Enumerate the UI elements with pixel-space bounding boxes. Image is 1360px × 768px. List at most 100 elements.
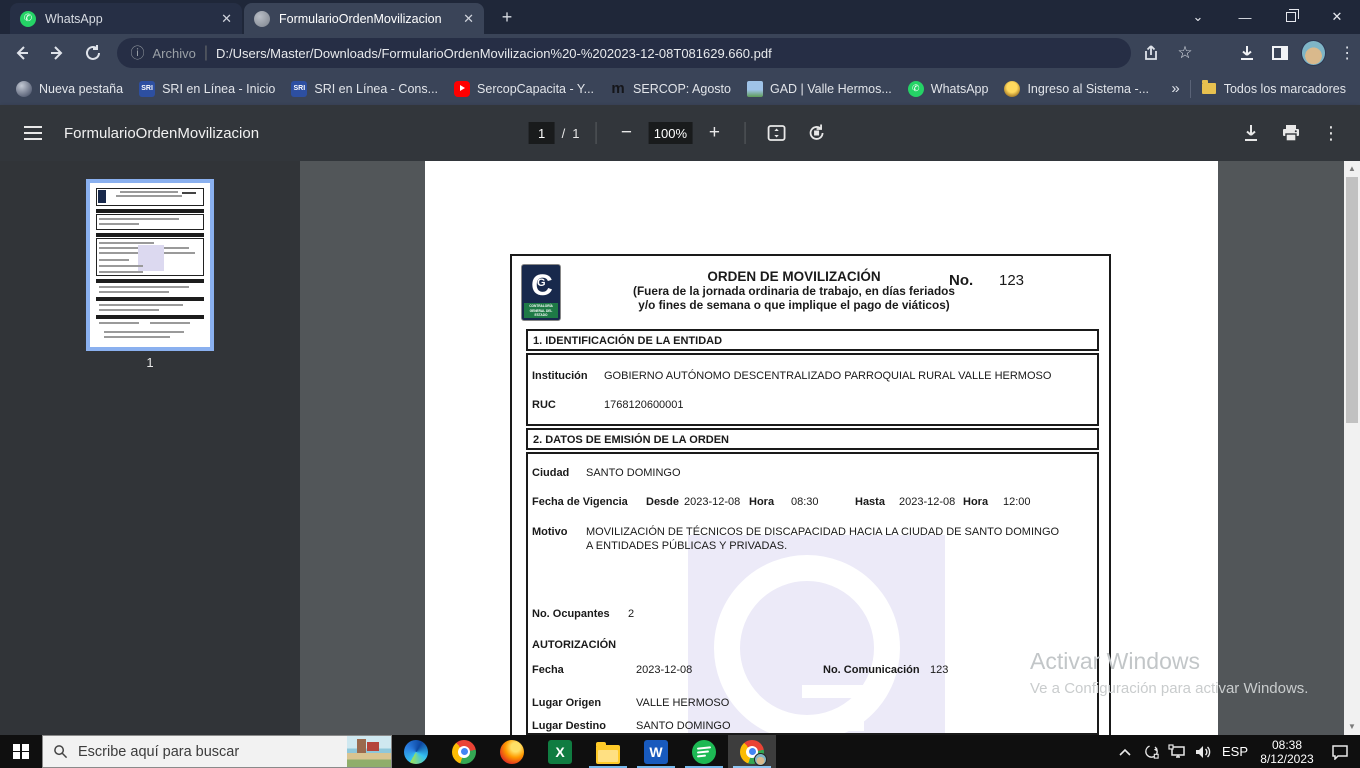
taskbar-word[interactable]: W: [632, 735, 680, 768]
bookmark-label: GAD | Valle Hermos...: [769, 81, 892, 96]
share-icon[interactable]: [1139, 39, 1165, 67]
origen-value: VALLE HERMOSO: [636, 697, 730, 709]
downloads-icon[interactable]: [1234, 39, 1260, 67]
ciudad-label: Ciudad: [532, 467, 570, 479]
document-subtitle-1: (Fuera de la jornada ordinaria de trabaj…: [633, 284, 955, 298]
spotify-icon: [692, 739, 716, 764]
pdf-page: C G CONTRALORÍA GENERAL DEL ESTADO ORDEN…: [425, 161, 1218, 735]
tray-sync-icon[interactable]: [1138, 743, 1164, 760]
tray-chevron-up-icon[interactable]: [1112, 748, 1138, 756]
sercop-icon: m: [611, 79, 625, 97]
taskbar-spotify[interactable]: [680, 735, 728, 768]
tray-network-icon[interactable]: [1164, 743, 1190, 760]
taskbar-edge[interactable]: [392, 735, 440, 768]
side-panel-icon[interactable]: [1267, 39, 1293, 67]
browser-menu-icon[interactable]: ⋮: [1334, 39, 1360, 67]
bookmark-sri-inicio[interactable]: SRI SRI en Línea - Inicio: [139, 80, 276, 97]
taskbar-clock[interactable]: 08:38 8/12/2023: [1254, 738, 1320, 766]
action-center-icon[interactable]: [1320, 744, 1360, 760]
tray-volume-icon[interactable]: [1190, 744, 1216, 760]
bookmark-sri-consultas[interactable]: SRI SRI en Línea - Cons...: [291, 80, 439, 97]
bookmark-sercop-agosto[interactable]: m SERCOP: Agosto: [610, 79, 731, 97]
page-number-input[interactable]: 1: [528, 122, 555, 144]
close-tab-icon[interactable]: ✕: [463, 11, 474, 27]
taskbar-file-explorer[interactable]: [584, 735, 632, 768]
folder-icon: [1201, 80, 1217, 97]
back-button[interactable]: [8, 39, 36, 67]
bookmark-label: SRI en Línea - Inicio: [162, 81, 276, 96]
sri-icon: SRI: [291, 80, 308, 97]
bookmark-gad-valle-hermoso[interactable]: GAD | Valle Hermos...: [746, 80, 892, 97]
bookmark-label: SRI en Línea - Cons...: [314, 81, 439, 96]
document-subtitle-2: y/o fines de semana o que implique el pa…: [638, 298, 950, 312]
hora1-value: 08:30: [791, 496, 819, 508]
pdf-more-options-icon[interactable]: ⋮: [1316, 118, 1346, 148]
pdf-menu-icon[interactable]: [24, 126, 42, 140]
address-url[interactable]: D:/Users/Master/Downloads/FormularioOrde…: [216, 46, 772, 61]
zoom-in-button[interactable]: +: [700, 122, 728, 144]
scroll-up-arrow[interactable]: ▲: [1344, 161, 1360, 177]
close-button[interactable]: ✕: [1314, 0, 1360, 34]
forward-button[interactable]: [44, 39, 72, 67]
scrollbar-thumb[interactable]: [1346, 177, 1358, 423]
minimize-button[interactable]: —: [1222, 0, 1268, 34]
search-placeholder: Escribe aquí para buscar: [78, 743, 240, 760]
taskbar-search[interactable]: Escribe aquí para buscar: [42, 735, 392, 768]
cge-logo-g: G: [537, 277, 546, 289]
bookmarks-overflow-chevron[interactable]: »: [1171, 80, 1179, 97]
taskbar-chrome[interactable]: [440, 735, 488, 768]
gad-icon: [746, 80, 763, 97]
vertical-scrollbar[interactable]: ▲ ▼: [1344, 161, 1360, 735]
taskbar-excel[interactable]: X: [536, 735, 584, 768]
restore-button[interactable]: [1268, 0, 1314, 34]
tab-formulario[interactable]: FormularioOrdenMovilizacion ✕: [244, 3, 484, 34]
new-tab-button[interactable]: +: [497, 7, 517, 27]
bookmark-sercopcapacita[interactable]: SercopCapacita - Y...: [454, 80, 594, 97]
desde-label: Desde: [646, 496, 680, 508]
desde-value: 2023-12-08: [684, 496, 741, 508]
print-icon[interactable]: [1276, 118, 1306, 148]
bookmark-whatsapp[interactable]: ✆ WhatsApp: [907, 80, 989, 97]
firefox-icon: [500, 739, 524, 764]
page-thumbnail[interactable]: [86, 179, 214, 351]
address-bar[interactable]: ⓘ Archivo | D:/Users/Master/Downloads/Fo…: [116, 38, 1131, 68]
zoom-level[interactable]: 100%: [648, 122, 693, 144]
scroll-down-arrow[interactable]: ▼: [1344, 719, 1360, 735]
section2-title: 2. DATOS DE EMISIÓN DE LA ORDEN: [526, 428, 1099, 450]
globe-icon: [254, 10, 270, 27]
fit-page-icon[interactable]: [761, 118, 791, 148]
bookmark-label: WhatsApp: [930, 81, 989, 96]
section1-title: 1. IDENTIFICACIÓN DE LA ENTIDAD: [526, 329, 1099, 351]
tab-search-chevron-icon[interactable]: ⌄: [1175, 0, 1221, 34]
taskbar-chrome-active[interactable]: [728, 735, 776, 768]
motivo-label: Motivo: [532, 526, 568, 538]
download-icon[interactable]: [1236, 118, 1266, 148]
close-tab-icon[interactable]: ✕: [221, 11, 232, 27]
bookmark-star-icon[interactable]: ☆: [1172, 39, 1198, 67]
search-highlight-image[interactable]: [347, 736, 391, 767]
taskbar-firefox[interactable]: [488, 735, 536, 768]
hora1-label: Hora: [749, 496, 775, 508]
taskbar: Escribe aquí para buscar X W ESP 08:38 8…: [0, 735, 1360, 768]
bookmark-label: SERCOP: Agosto: [633, 81, 731, 96]
clock-time: 08:38: [1271, 737, 1303, 752]
bookmark-ingreso-sistema[interactable]: Ingreso al Sistema -...: [1004, 80, 1150, 97]
comunicacion-value: 123: [930, 664, 949, 676]
reload-button[interactable]: [79, 39, 107, 67]
ocupantes-value: 2: [628, 608, 635, 620]
tab-whatsapp[interactable]: ✆ WhatsApp ✕: [10, 3, 242, 34]
new-tab-page-icon: [16, 80, 32, 97]
info-icon[interactable]: ⓘ: [131, 43, 145, 63]
bookmark-nueva-pestana[interactable]: Nueva pestaña: [16, 80, 123, 97]
language-indicator[interactable]: ESP: [1216, 744, 1254, 759]
sri-icon: SRI: [139, 80, 156, 97]
start-button[interactable]: [0, 735, 42, 768]
autorizacion-label: AUTORIZACIÓN: [532, 639, 617, 651]
document-title-block: ORDEN DE MOVILIZACIÓN (Fuera de la jorna…: [600, 269, 988, 312]
bookmark-label: Ingreso al Sistema -...: [1027, 81, 1150, 96]
rotate-icon[interactable]: [801, 118, 831, 148]
profile-avatar[interactable]: [1300, 40, 1327, 66]
zoom-out-button[interactable]: −: [612, 122, 640, 144]
pdf-title: FormularioOrdenMovilizacion: [64, 124, 260, 142]
all-bookmarks-button[interactable]: Todos los marcadores: [1201, 80, 1346, 97]
